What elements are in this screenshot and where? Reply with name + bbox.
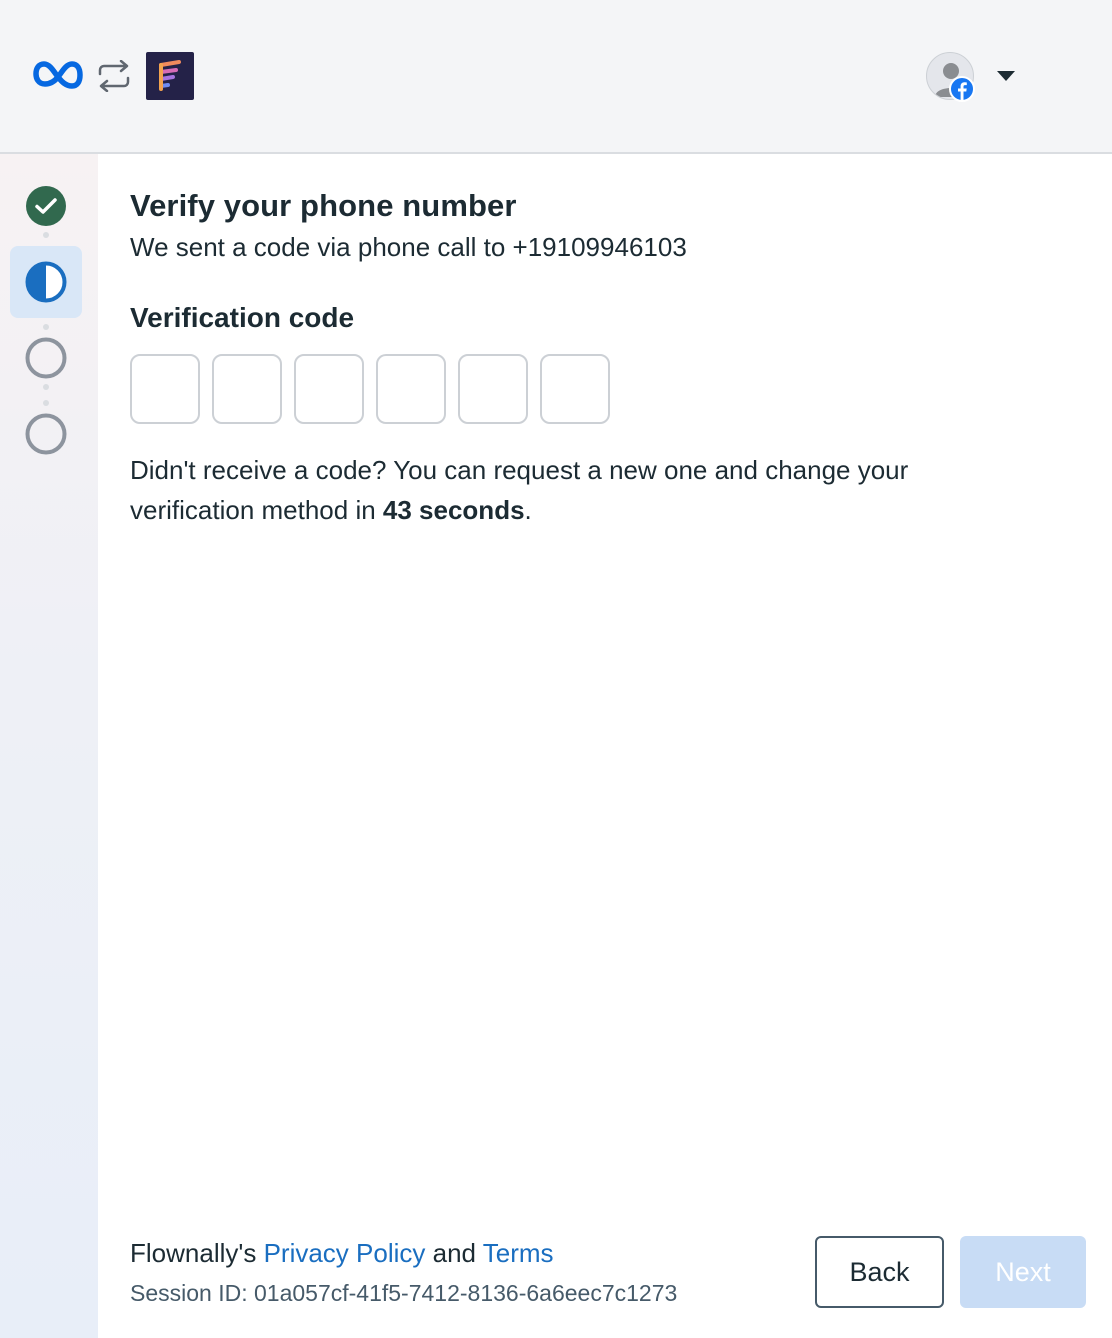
legal-and: and xyxy=(425,1238,483,1268)
verification-panel: Verify your phone number We sent a code … xyxy=(98,154,1112,1338)
page-subtitle: We sent a code via phone call to +191099… xyxy=(130,232,687,262)
facebook-icon xyxy=(949,76,975,102)
flownally-logo-icon xyxy=(146,52,194,100)
empty-circle-icon xyxy=(25,337,67,379)
verification-code-label: Verification code xyxy=(130,302,355,333)
resend-notice: Didn't receive a code? You can request a… xyxy=(130,450,1010,530)
back-button[interactable]: Back xyxy=(815,1236,944,1308)
account-menu-button[interactable] xyxy=(924,50,1024,104)
next-button[interactable]: Next xyxy=(960,1236,1086,1308)
step-connector xyxy=(43,232,49,238)
header xyxy=(0,0,1112,154)
check-circle-icon xyxy=(26,186,66,226)
legal-notice: Flownally's Privacy Policy and Terms xyxy=(130,1238,554,1269)
terms-link[interactable]: Terms xyxy=(483,1238,554,1268)
progress-stepper xyxy=(0,154,98,1338)
swap-arrows-icon xyxy=(98,60,130,92)
resend-countdown: 43 seconds xyxy=(382,495,525,525)
code-digit-3[interactable] xyxy=(294,354,364,424)
resend-suffix: . xyxy=(524,495,532,525)
step-connector xyxy=(43,384,49,390)
privacy-policy-link[interactable]: Privacy Policy xyxy=(264,1238,426,1268)
empty-circle-icon xyxy=(25,413,67,455)
chevron-down-icon xyxy=(997,71,1015,81)
step-connector xyxy=(43,324,49,330)
page-title: Verify your phone number xyxy=(130,188,517,223)
code-digit-1[interactable] xyxy=(130,354,200,424)
code-digit-4[interactable] xyxy=(376,354,446,424)
code-digit-6[interactable] xyxy=(540,354,610,424)
session-id: Session ID: 01a057cf-41f5-7412-8136-6a6e… xyxy=(130,1280,678,1306)
code-digit-5[interactable] xyxy=(458,354,528,424)
code-digit-2[interactable] xyxy=(212,354,282,424)
half-circle-icon xyxy=(25,261,67,303)
step-connector xyxy=(43,400,49,406)
legal-prefix: Flownally's xyxy=(130,1238,264,1268)
meta-logo-icon xyxy=(33,61,83,89)
